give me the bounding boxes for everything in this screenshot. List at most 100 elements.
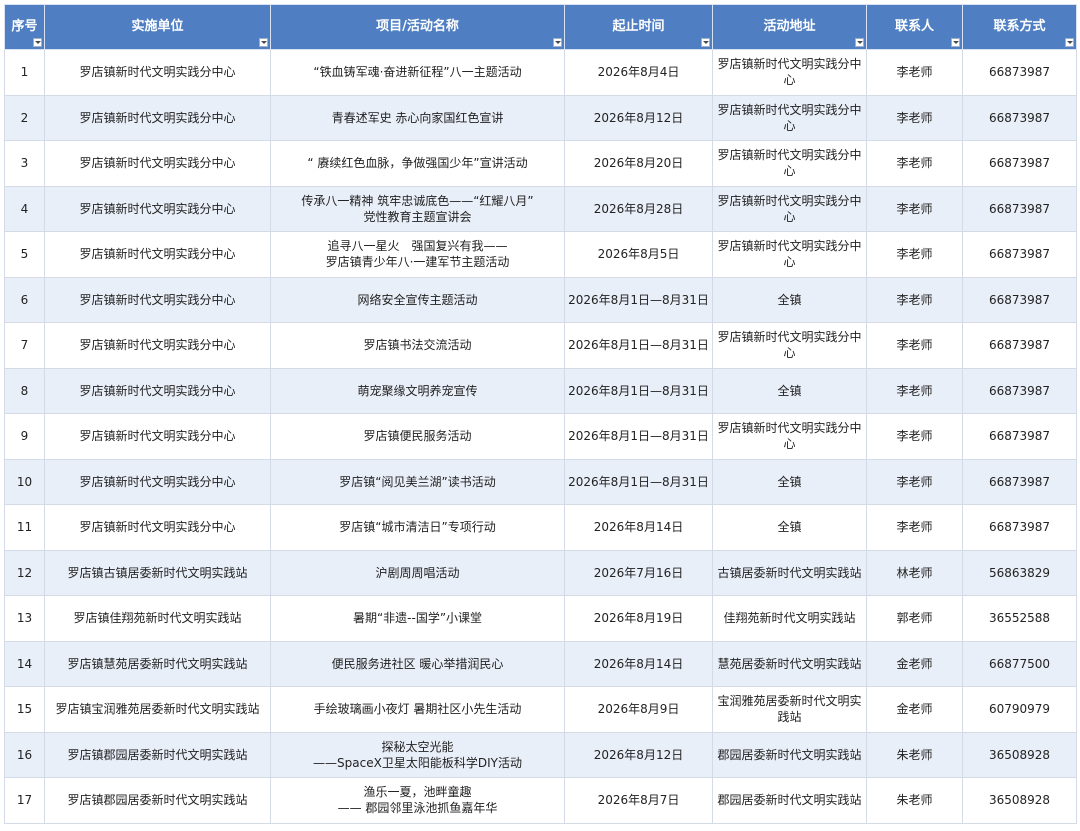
cell-unit: 罗店镇新时代文明实践分中心 <box>44 49 271 96</box>
header-activity-name: 项目/活动名称 <box>270 4 565 50</box>
header-label: 联系人 <box>894 18 934 34</box>
header-row: 序号 实施单位 项目/活动名称 起止时间 活动地址 联系人 联系方式 <box>4 4 1077 50</box>
cell-date-range: 2026年8月1日—8月31日 <box>564 458 713 505</box>
cell-contact-person: 李老师 <box>866 322 963 369</box>
cell-date-range: 2026年8月1日—8月31日 <box>564 276 713 323</box>
cell-contact-phone: 36508928 <box>962 731 1077 778</box>
filter-dropdown-icon[interactable] <box>951 38 960 47</box>
cell-location: 郡园居委新时代文明实践站 <box>712 731 867 778</box>
table-row: 3 罗店镇新时代文明实践分中心 “ 赓续红色血脉，争做强国少年”宣讲活动 2026年8… <box>4 140 1077 187</box>
cell-contact-phone: 66877500 <box>962 640 1077 687</box>
cell-index: 14 <box>4 640 45 687</box>
cell-unit: 罗店镇佳翔苑新时代文明实践站 <box>44 595 271 642</box>
cell-contact-person: 李老师 <box>866 504 963 551</box>
cell-unit: 罗店镇新时代文明实践分中心 <box>44 322 271 369</box>
cell-contact-person: 金老师 <box>866 686 963 733</box>
cell-index: 7 <box>4 322 45 369</box>
cell-date-range: 2026年8月1日—8月31日 <box>564 413 713 460</box>
cell-date-range: 2026年8月9日 <box>564 686 713 733</box>
cell-contact-phone: 66873987 <box>962 504 1077 551</box>
cell-unit: 罗店镇郡园居委新时代文明实践站 <box>44 731 271 778</box>
header-label: 实施单位 <box>131 18 184 34</box>
cell-unit: 罗店镇新时代文明实践分中心 <box>44 94 271 141</box>
header-label: 活动地址 <box>763 18 816 34</box>
cell-index: 11 <box>4 504 45 551</box>
table-row: 2 罗店镇新时代文明实践分中心 青春述军史 赤心向家国红色宣讲 2026年8月12日罗… <box>4 94 1077 141</box>
cell-date-range: 2026年8月14日 <box>564 640 713 687</box>
cell-location: 罗店镇新时代文明实践分中心 <box>712 231 867 278</box>
cell-contact-person: 林老师 <box>866 549 963 596</box>
cell-contact-person: 朱老师 <box>866 777 963 824</box>
cell-contact-person: 李老师 <box>866 185 963 232</box>
cell-date-range: 2026年8月1日—8月31日 <box>564 322 713 369</box>
table-row: 13 罗店镇佳翔苑新时代文明实践站 暑期“非遗--国学”小课堂 2026年8月19日佳… <box>4 595 1077 642</box>
cell-unit: 罗店镇新时代文明实践分中心 <box>44 276 271 323</box>
header-date-range: 起止时间 <box>564 4 713 50</box>
cell-contact-phone: 66873987 <box>962 140 1077 187</box>
cell-contact-phone: 66873987 <box>962 231 1077 278</box>
cell-index: 3 <box>4 140 45 187</box>
cell-contact-person: 郭老师 <box>866 595 963 642</box>
table-row: 4 罗店镇新时代文明实践分中心 传承八一精神 筑牢忠诚底色——“红耀八月” 党性教育… <box>4 185 1077 232</box>
cell-activity-name: 沪剧周周唱活动 <box>270 549 565 596</box>
table-row: 10 罗店镇新时代文明实践分中心 罗店镇“阅见美兰湖”读书活动 2026年8月1日—8… <box>4 458 1077 505</box>
table-row: 11 罗店镇新时代文明实践分中心 罗店镇“城市清洁日”专项行动 2026年8月14日全… <box>4 504 1077 551</box>
filter-dropdown-icon[interactable] <box>553 38 562 47</box>
header-label: 起止时间 <box>612 18 665 34</box>
cell-location: 宝润雅苑居委新时代文明实践站 <box>712 686 867 733</box>
cell-date-range: 2026年8月1日—8月31日 <box>564 367 713 414</box>
cell-activity-name: 传承八一精神 筑牢忠诚底色——“红耀八月” 党性教育主题宣讲会 <box>270 185 565 232</box>
table-row: 9 罗店镇新时代文明实践分中心 罗店镇便民服务活动 2026年8月1日—8月31日 罗店… <box>4 413 1077 460</box>
cell-contact-phone: 56863829 <box>962 549 1077 596</box>
cell-unit: 罗店镇郡园居委新时代文明实践站 <box>44 777 271 824</box>
cell-activity-name: 便民服务进社区 暖心举措润民心 <box>270 640 565 687</box>
cell-index: 5 <box>4 231 45 278</box>
cell-activity-name: 手绘玻璃画小夜灯 暑期社区小先生活动 <box>270 686 565 733</box>
filter-dropdown-icon[interactable] <box>701 38 710 47</box>
filter-dropdown-icon[interactable] <box>855 38 864 47</box>
cell-index: 16 <box>4 731 45 778</box>
filter-dropdown-icon[interactable] <box>259 38 268 47</box>
cell-location: 罗店镇新时代文明实践分中心 <box>712 140 867 187</box>
cell-activity-name: 罗店镇“阅见美兰湖”读书活动 <box>270 458 565 505</box>
cell-date-range: 2026年8月5日 <box>564 231 713 278</box>
cell-index: 6 <box>4 276 45 323</box>
cell-activity-name: 萌宠聚缘文明养宠宣传 <box>270 367 565 414</box>
table-row: 7 罗店镇新时代文明实践分中心 罗店镇书法交流活动 2026年8月1日—8月31日 罗店… <box>4 322 1077 369</box>
cell-unit: 罗店镇新时代文明实践分中心 <box>44 367 271 414</box>
table-row: 15 罗店镇宝润雅苑居委新时代文明实践站 手绘玻璃画小夜灯 暑期社区小先生活动 202… <box>4 686 1077 733</box>
cell-index: 9 <box>4 413 45 460</box>
cell-index: 15 <box>4 686 45 733</box>
cell-location: 佳翔苑新时代文明实践站 <box>712 595 867 642</box>
cell-index: 10 <box>4 458 45 505</box>
cell-contact-phone: 66873987 <box>962 276 1077 323</box>
cell-date-range: 2026年8月14日 <box>564 504 713 551</box>
cell-unit: 罗店镇古镇居委新时代文明实践站 <box>44 549 271 596</box>
header-label: 联系方式 <box>993 18 1046 34</box>
cell-unit: 罗店镇新时代文明实践分中心 <box>44 140 271 187</box>
cell-location: 郡园居委新时代文明实践站 <box>712 777 867 824</box>
table-row: 16 罗店镇郡园居委新时代文明实践站 探秘太空光能 ——SpaceX卫星太阳能板科学… <box>4 731 1077 778</box>
cell-unit: 罗店镇新时代文明实践分中心 <box>44 413 271 460</box>
cell-activity-name: 追寻八一星火 强国复兴有我—— 罗店镇青少年八·一建军节主题活动 <box>270 231 565 278</box>
header-location: 活动地址 <box>712 4 867 50</box>
filter-dropdown-icon[interactable] <box>1065 38 1074 47</box>
cell-contact-phone: 66873987 <box>962 94 1077 141</box>
header-label: 序号 <box>11 18 38 34</box>
cell-contact-phone: 36552588 <box>962 595 1077 642</box>
cell-location: 罗店镇新时代文明实践分中心 <box>712 94 867 141</box>
cell-contact-phone: 66873987 <box>962 185 1077 232</box>
cell-date-range: 2026年8月7日 <box>564 777 713 824</box>
cell-location: 古镇居委新时代文明实践站 <box>712 549 867 596</box>
cell-activity-name: 暑期“非遗--国学”小课堂 <box>270 595 565 642</box>
cell-contact-person: 李老师 <box>866 458 963 505</box>
cell-contact-person: 李老师 <box>866 140 963 187</box>
filter-dropdown-icon[interactable] <box>33 38 42 47</box>
cell-unit: 罗店镇宝润雅苑居委新时代文明实践站 <box>44 686 271 733</box>
cell-contact-phone: 66873987 <box>962 413 1077 460</box>
table-body: 1 罗店镇新时代文明实践分中心 “铁血铸军魂·奋进新征程”八一主题活动 2026年8月… <box>4 49 1077 824</box>
header-unit: 实施单位 <box>44 4 271 50</box>
table-row: 5 罗店镇新时代文明实践分中心 追寻八一星火 强国复兴有我—— 罗店镇青少年八·一建… <box>4 231 1077 278</box>
cell-contact-phone: 66873987 <box>962 367 1077 414</box>
cell-activity-name: “ 赓续红色血脉，争做强国少年”宣讲活动 <box>270 140 565 187</box>
